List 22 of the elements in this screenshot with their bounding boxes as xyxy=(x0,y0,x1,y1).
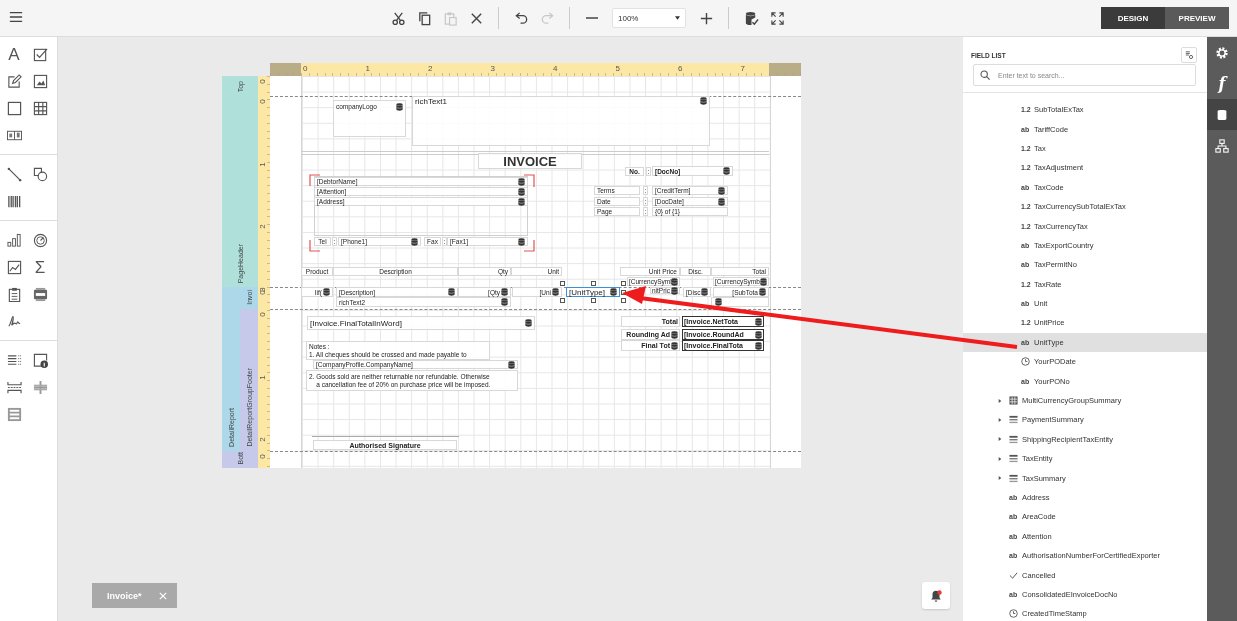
ruler-number: 0 xyxy=(257,312,267,317)
ruler-number: 0 xyxy=(257,454,267,459)
ruler-number: 1 xyxy=(365,64,370,73)
ruler-number: 3 xyxy=(490,64,495,73)
ruler-number: 7 xyxy=(740,64,745,73)
control-text: [UnitType] xyxy=(569,287,605,297)
control-text: INVOICE xyxy=(503,153,557,169)
ruler-number: 3 xyxy=(257,286,267,292)
ruler-number: 2 xyxy=(257,224,267,229)
ruler-number: 0 xyxy=(257,99,267,104)
ruler-number: 5 xyxy=(615,64,620,73)
ruler-number: 1 xyxy=(257,374,267,380)
ruler-number: 0 xyxy=(257,290,267,295)
ruler-number: 2 xyxy=(257,437,267,442)
ruler-number: 0 xyxy=(257,79,267,84)
control-text: richText1 xyxy=(415,97,448,106)
ruler-number: 6 xyxy=(678,64,683,73)
ruler-number: 2 xyxy=(428,64,433,73)
ruler-number: 4 xyxy=(553,64,558,73)
control-text: [Invoice.FinalTotalInWord] xyxy=(310,318,403,328)
ruler-number: 0 xyxy=(303,64,308,73)
ruler-number: 1 xyxy=(257,161,267,167)
